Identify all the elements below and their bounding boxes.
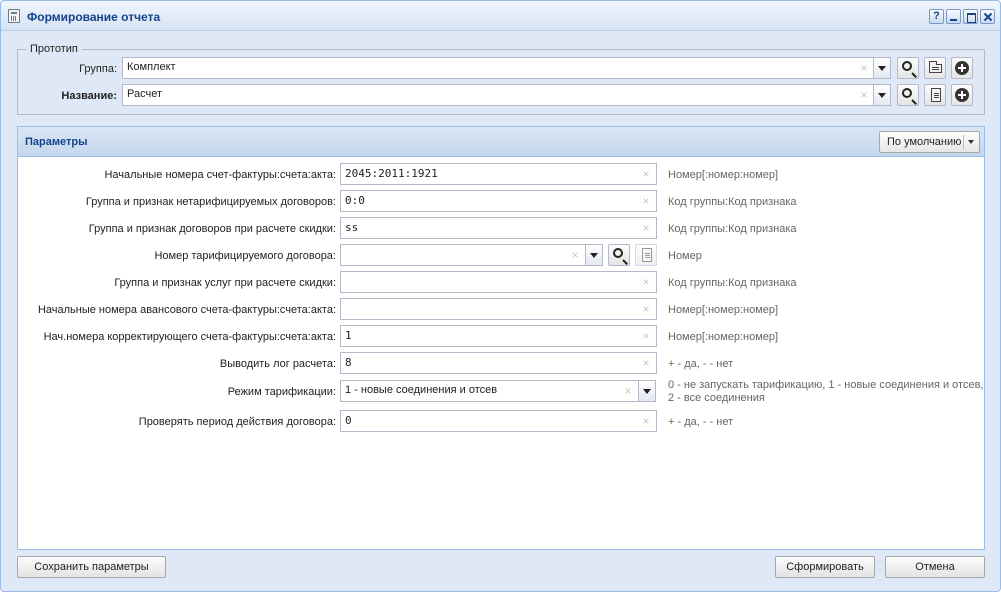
- search-icon: [902, 61, 912, 71]
- name-label: Название:: [61, 90, 117, 102]
- param-input-tariff-contract[interactable]: [340, 244, 586, 266]
- param-label-discount-contracts: Группа и признак договоров при расчете с…: [88, 223, 336, 235]
- param-label-contract-period: Проверять период действия договора:: [138, 416, 336, 428]
- group-add-button[interactable]: [951, 57, 973, 79]
- param-hint-advance-invoice: Номер[:номер:номер]: [668, 304, 779, 316]
- edit-document-icon: [642, 248, 652, 262]
- param-hint-invoice-numbers: Номер[:номер:номер]: [668, 169, 779, 181]
- calculator-icon: [8, 9, 20, 23]
- generate-button[interactable]: Сформировать: [775, 556, 875, 578]
- name-document-button[interactable]: [924, 84, 946, 106]
- param-input-nontariff-contracts[interactable]: 0:0: [340, 190, 657, 212]
- name-search-button[interactable]: [897, 84, 919, 106]
- param-label-advance-invoice: Начальные номера авансового счета-фактур…: [37, 304, 336, 316]
- report-window: Формирование отчета ? Прототип Группа: К…: [0, 0, 1001, 592]
- param-input-invoice-numbers[interactable]: 2045:2011:1921: [340, 163, 657, 185]
- save-params-button[interactable]: Сохранить параметры: [17, 556, 166, 578]
- param-label-correction-invoice: Нач.номера корректирующего счета-фактуры…: [43, 331, 336, 343]
- prototype-legend: Прототип: [30, 43, 78, 55]
- param-label-tariff-mode: Режим тарификации:: [227, 386, 336, 398]
- parameters-panel: Параметры По умолчанию Начальные номера …: [17, 126, 985, 550]
- group-search-button[interactable]: [897, 57, 919, 79]
- group-label: Группа:: [79, 63, 117, 75]
- maximize-button[interactable]: [963, 9, 978, 24]
- document-icon: [931, 88, 941, 102]
- tariff-contract-dropdown-trigger[interactable]: [586, 244, 603, 266]
- param-hint-discount-services: Код группы:Код признака: [668, 277, 797, 289]
- tariff-contract-search-button[interactable]: [608, 244, 630, 266]
- param-hint-tariff-mode-line2: 2 - все соединения: [668, 392, 765, 404]
- chevron-down-icon[interactable]: [968, 140, 974, 144]
- param-select-tariff-mode[interactable]: 1 - новые соединения и отсев: [340, 380, 639, 402]
- clear-icon[interactable]: ×: [641, 330, 651, 342]
- group-folder-button[interactable]: [924, 57, 946, 79]
- window-titlebar[interactable]: Формирование отчета ?: [1, 1, 1000, 31]
- param-input-correction-invoice[interactable]: 1: [340, 325, 657, 347]
- param-hint-nontariff-contracts: Код группы:Код признака: [668, 196, 797, 208]
- folder-icon: [929, 61, 942, 73]
- default-split-button[interactable]: По умолчанию: [879, 131, 980, 153]
- param-input-contract-period[interactable]: 0: [340, 410, 657, 432]
- group-dropdown-trigger[interactable]: [874, 57, 891, 79]
- cancel-button[interactable]: Отмена: [885, 556, 985, 578]
- param-hint-calc-log: + - да, - - нет: [668, 358, 734, 370]
- param-label-nontariff-contracts: Группа и признак нетарифицируемых догово…: [85, 196, 336, 208]
- minimize-button[interactable]: [946, 9, 961, 24]
- clear-icon[interactable]: ×: [641, 276, 651, 288]
- name-combo-input[interactable]: Расчет: [122, 84, 874, 106]
- param-input-calc-log[interactable]: 8: [340, 352, 657, 374]
- search-icon: [613, 248, 623, 258]
- param-input-discount-services[interactable]: [340, 271, 657, 293]
- name-clear-icon[interactable]: ×: [859, 89, 869, 101]
- clear-icon[interactable]: ×: [641, 222, 651, 234]
- help-button[interactable]: ?: [929, 9, 944, 24]
- param-hint-contract-period: + - да, - - нет: [668, 416, 734, 428]
- clear-icon[interactable]: ×: [641, 357, 651, 369]
- window-title: Формирование отчета: [27, 10, 161, 24]
- param-hint-tariff-contract: Номер: [668, 250, 702, 262]
- clear-icon[interactable]: ×: [570, 249, 580, 261]
- tariff-mode-dropdown-trigger[interactable]: [639, 380, 656, 402]
- param-label-discount-services: Группа и признак услуг при расчете скидк…: [114, 277, 336, 289]
- parameters-title: Параметры: [25, 136, 88, 148]
- group-combo-input[interactable]: Комплект: [122, 57, 874, 79]
- param-label-invoice-numbers: Начальные номера счет-фактуры:счета:акта…: [104, 169, 336, 181]
- search-icon: [902, 88, 912, 98]
- parameters-header: Параметры По умолчанию: [18, 127, 984, 157]
- param-hint-tariff-mode: 0 - не запускать тарификацию, 1 - новые …: [668, 379, 983, 405]
- clear-icon[interactable]: ×: [641, 195, 651, 207]
- clear-icon[interactable]: ×: [641, 415, 651, 427]
- param-hint-correction-invoice: Номер[:номер:номер]: [668, 331, 779, 343]
- group-clear-icon[interactable]: ×: [859, 62, 869, 74]
- param-label-tariff-contract: Номер тарифицируемого договора:: [154, 250, 336, 262]
- default-button-label: По умолчанию: [887, 136, 962, 148]
- split-separator: [963, 135, 964, 149]
- param-input-discount-contracts[interactable]: ss: [340, 217, 657, 239]
- add-circle-icon: [955, 61, 969, 75]
- clear-icon[interactable]: ×: [641, 168, 651, 180]
- param-hint-tariff-mode-line1: 0 - не запускать тарификацию, 1 - новые …: [668, 379, 984, 391]
- name-dropdown-trigger[interactable]: [874, 84, 891, 106]
- clear-icon[interactable]: ×: [641, 303, 651, 315]
- name-add-button[interactable]: [951, 84, 973, 106]
- clear-icon[interactable]: ×: [623, 385, 633, 397]
- add-circle-icon: [955, 88, 969, 102]
- tariff-contract-edit-button[interactable]: [635, 244, 657, 266]
- param-hint-discount-contracts: Код группы:Код признака: [668, 223, 797, 235]
- param-input-advance-invoice[interactable]: [340, 298, 657, 320]
- close-button[interactable]: [980, 9, 995, 24]
- param-label-calc-log: Выводить лог расчета:: [219, 358, 336, 370]
